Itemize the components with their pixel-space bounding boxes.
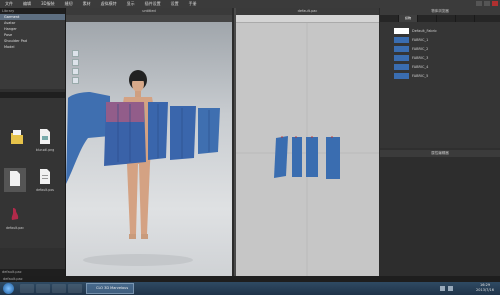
menu-bar: 文件 编辑 3D服装 缝纫 素材 虚拟模特 显示 插件设置 设置 手册 bbox=[0, 0, 500, 8]
taskbar-active-app[interactable]: CLO 3D Marvelous bbox=[86, 283, 134, 294]
close-button[interactable] bbox=[492, 1, 498, 6]
file-item[interactable] bbox=[6, 128, 28, 148]
file-item[interactable]: blur.sdl.png bbox=[34, 128, 56, 152]
taskbar-clock[interactable]: 16:29 2013/7/16 bbox=[476, 283, 494, 293]
file-item[interactable] bbox=[4, 168, 26, 192]
tab-2[interactable] bbox=[418, 15, 437, 22]
taskbar-explorer-icon[interactable] bbox=[36, 284, 50, 293]
taskbar-media-icon[interactable] bbox=[52, 284, 66, 293]
object-browser-title: 物体浏览器 bbox=[380, 8, 500, 15]
file-item[interactable]: default.pos bbox=[34, 168, 56, 192]
pattern-pieces[interactable] bbox=[274, 136, 340, 179]
library-tree: Garment Avatar Hanger Pose Shoulder Pad … bbox=[0, 14, 65, 89]
menu-materials[interactable]: 素材 bbox=[78, 1, 96, 7]
os-taskbar: CLO 3D Marvelous 16:29 2013/7/16 bbox=[0, 282, 500, 295]
document-icon bbox=[40, 169, 50, 184]
maximize-button[interactable] bbox=[484, 1, 490, 6]
3d-viewport[interactable]: untitled bbox=[66, 8, 232, 276]
2d-toolbar bbox=[236, 15, 379, 23]
taskbar-ie-icon[interactable] bbox=[20, 284, 34, 293]
property-editor-title: 属性编辑器 bbox=[380, 150, 500, 157]
list-item[interactable]: FABRIC_3 bbox=[380, 53, 500, 62]
menu-manual[interactable]: 手册 bbox=[184, 1, 202, 7]
fabric-list: Default_Fabric FABRIC_1 FABRIC_2 FABRIC_… bbox=[380, 22, 500, 148]
2d-scene bbox=[236, 23, 379, 282]
list-item[interactable]: FABRIC_1 bbox=[380, 35, 500, 44]
library-panel: Library Garment Avatar Hanger Pose Shoul… bbox=[0, 8, 66, 276]
menu-edit[interactable]: 编辑 bbox=[18, 1, 36, 7]
start-button[interactable] bbox=[3, 283, 14, 294]
menu-plugins[interactable]: 插件设置 bbox=[140, 1, 166, 7]
tray-volume-icon[interactable] bbox=[448, 286, 453, 291]
tab-0[interactable] bbox=[380, 15, 399, 22]
menu-file[interactable]: 文件 bbox=[0, 1, 18, 7]
2d-pattern-viewport[interactable]: default.pac bbox=[234, 8, 379, 282]
document-icon bbox=[10, 171, 20, 186]
window-controls bbox=[476, 1, 498, 6]
taskbar-app-icon[interactable] bbox=[68, 284, 82, 293]
3d-view-title: untitled bbox=[66, 8, 232, 15]
file-browser: blur.sdl.png default.pos default.pac bbox=[0, 98, 65, 248]
menu-settings[interactable]: 设置 bbox=[166, 1, 184, 7]
fabric-swatch bbox=[394, 45, 409, 52]
image-file-icon bbox=[40, 129, 50, 144]
3d-toolbar bbox=[66, 15, 232, 22]
list-item[interactable]: FABRIC_2 bbox=[380, 44, 500, 53]
fabric-swatch bbox=[394, 36, 409, 43]
fabric-swatch bbox=[394, 27, 409, 34]
library-footer: default.pac bbox=[0, 269, 65, 276]
tab-4[interactable] bbox=[456, 15, 475, 22]
menu-avatar[interactable]: 虚拟模特 bbox=[96, 1, 122, 7]
object-browser-tabs: 织物 bbox=[380, 15, 500, 22]
menu-3d-garment[interactable]: 3D服装 bbox=[36, 1, 60, 7]
menu-sewing[interactable]: 缝纫 bbox=[60, 1, 78, 7]
tab-3[interactable] bbox=[437, 15, 456, 22]
fabric-swatch bbox=[394, 72, 409, 79]
fabric-swatch bbox=[394, 54, 409, 61]
menu-display[interactable]: 显示 bbox=[122, 1, 140, 7]
2d-view-title: default.pac bbox=[236, 8, 379, 15]
tab-fabric[interactable]: 织物 bbox=[399, 15, 418, 22]
garment-icon bbox=[11, 208, 19, 220]
file-item[interactable]: default.pac bbox=[4, 206, 26, 230]
list-item[interactable]: FABRIC_5 bbox=[380, 71, 500, 80]
list-item[interactable]: FABRIC_4 bbox=[380, 62, 500, 71]
list-item[interactable]: Default_Fabric bbox=[380, 26, 500, 35]
fabric-swatch bbox=[394, 63, 409, 70]
tree-item-model[interactable]: Model bbox=[0, 44, 65, 50]
folder-icon bbox=[11, 130, 23, 144]
property-editor bbox=[380, 157, 500, 277]
tray-network-icon[interactable] bbox=[440, 286, 445, 291]
object-browser: 物体浏览器 织物 Default_Fabric FABRIC_1 FABRIC_… bbox=[380, 8, 500, 277]
minimize-button[interactable] bbox=[476, 1, 482, 6]
3d-scene bbox=[66, 70, 220, 266]
